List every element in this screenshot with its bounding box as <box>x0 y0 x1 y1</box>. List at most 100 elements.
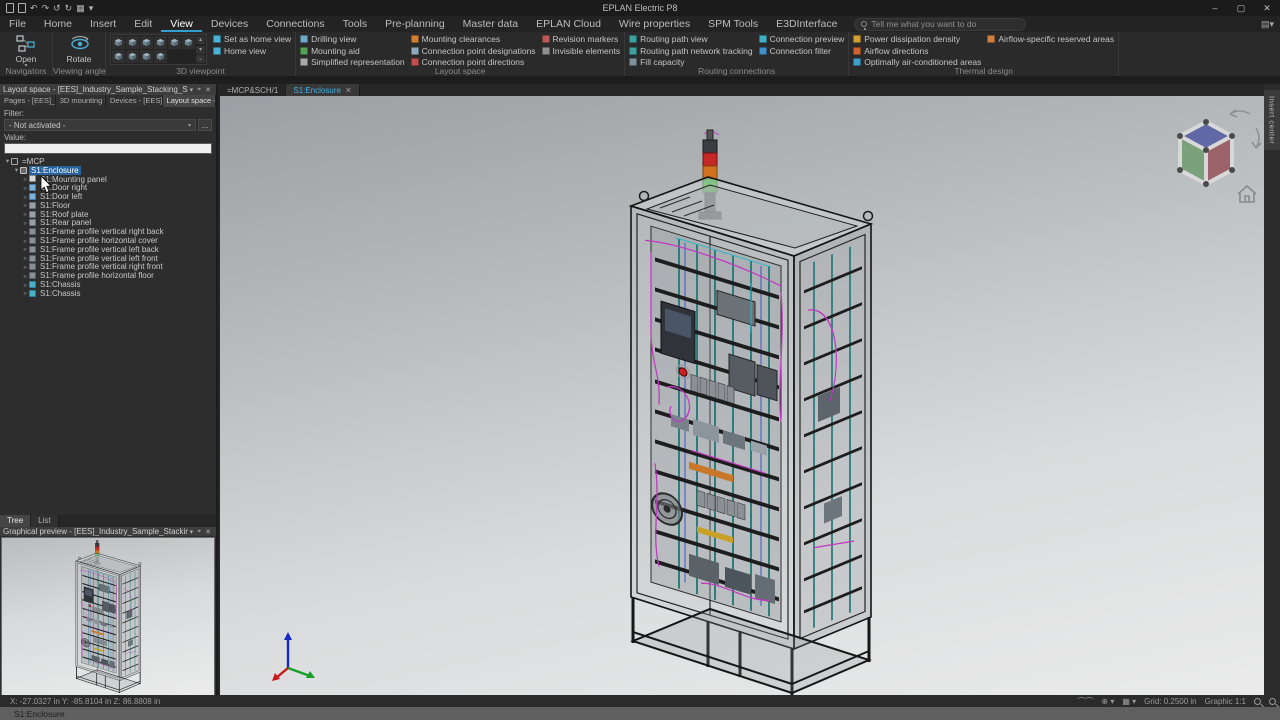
close-button[interactable]: ✕ <box>1254 0 1280 16</box>
viewpoint-preset-2[interactable] <box>126 36 139 49</box>
tree-item-s1-frame-profile-vertical-right-front[interactable]: ▹S1:Frame profile vertical right front <box>0 263 216 272</box>
expand-arrow-icon[interactable]: ▹ <box>22 245 29 253</box>
expand-arrow-icon[interactable]: ▾ <box>13 166 20 174</box>
insert-center-tab[interactable]: Insert center <box>1264 90 1280 150</box>
ribbon-item-airflow-specific-reserved-areas[interactable]: Airflow-specific reserved areas <box>987 34 1114 45</box>
routing-jump-icon[interactable]: ⌒⌒ <box>1077 696 1093 707</box>
expand-arrow-icon[interactable]: ▹ <box>22 254 29 262</box>
ribbon-item-drilling-view[interactable]: Drilling view <box>300 34 405 45</box>
viewpoint-preset-5[interactable] <box>168 36 181 49</box>
search-input[interactable] <box>871 19 1019 29</box>
customize-toolbar-icon[interactable]: ▦ <box>76 1 85 15</box>
navigator-tab-devices-ees-in-[interactable]: Devices - [EES]_In... <box>106 95 163 107</box>
expand-arrow-icon[interactable]: ▹ <box>22 272 29 280</box>
menu-tab-tools[interactable]: Tools <box>334 16 377 32</box>
navigator-dropdown-icon[interactable]: ▾ <box>188 86 196 94</box>
preview-dropdown-icon[interactable]: ▾ <box>188 528 196 536</box>
menu-tab-edit[interactable]: Edit <box>125 16 161 32</box>
viewpoint-preset-8[interactable] <box>126 50 139 63</box>
tree-item-s1-frame-profile-vertical-left-front[interactable]: ▹S1:Frame profile vertical left front <box>0 254 216 263</box>
tree-item-s1-door-left[interactable]: ▹S1:Door left <box>0 192 216 201</box>
viewpoint-preset-9[interactable] <box>140 50 153 63</box>
ribbon-item-power-dissipation-density[interactable]: Power dissipation density <box>853 34 981 45</box>
preview-header[interactable]: Graphical preview - [EES]_Industry_Sampl… <box>0 527 216 536</box>
filter-more-button[interactable]: ... <box>198 119 212 131</box>
navigator-tab-pages-ees-ind-[interactable]: Pages - [EES]_Ind... <box>0 95 56 107</box>
tree-item-s1-frame-profile-vertical-left-back[interactable]: ▹S1:Frame profile vertical left back <box>0 245 216 254</box>
grid-setting[interactable]: Grid: 0.2500 in <box>1144 697 1196 706</box>
expand-arrow-icon[interactable]: ▹ <box>22 193 29 201</box>
ribbon-item-invisible-elements[interactable]: Invisible elements <box>542 46 621 57</box>
view-switch-tab-tree[interactable]: Tree <box>0 515 31 527</box>
menu-tab-spm-tools[interactable]: SPM Tools <box>699 16 767 32</box>
ribbon-item-connection-point-designations[interactable]: Connection point designations <box>411 46 536 57</box>
search-box[interactable] <box>854 18 1026 31</box>
undo-icon[interactable]: ↶ <box>30 1 38 15</box>
ribbon-item-routing-path-view[interactable]: Routing path view <box>629 34 752 45</box>
document-tab--mcp-sch-1[interactable]: =MCP&SCH/1 <box>220 84 286 96</box>
expand-arrow-icon[interactable]: ▹ <box>22 175 29 183</box>
viewpoint-preset-6[interactable] <box>182 36 195 49</box>
preview-pin-icon[interactable]: ⌖ <box>195 528 203 536</box>
forward-icon[interactable]: ↻ <box>65 1 73 15</box>
viewpoint-preset-7[interactable] <box>112 50 125 63</box>
filter-dropdown[interactable]: - Not activated - ▾ <box>4 119 196 131</box>
minimize-button[interactable]: – <box>1202 0 1228 16</box>
expand-arrow-icon[interactable]: ▹ <box>22 210 29 218</box>
menu-tab-file[interactable]: File <box>0 16 35 32</box>
tree-item-s1-floor[interactable]: ▹S1:Floor <box>0 201 216 210</box>
zoom-out-icon[interactable] <box>1269 698 1276 705</box>
ribbon-item-connection-preview[interactable]: Connection preview <box>759 34 845 45</box>
menu-tab-wire-properties[interactable]: Wire properties <box>610 16 699 32</box>
ribbon-item-connection-filter[interactable]: Connection filter <box>759 46 845 57</box>
zoom-in-icon[interactable] <box>1254 698 1261 705</box>
viewpoint-preset-3[interactable] <box>140 36 153 49</box>
menu-tab-master-data[interactable]: Master data <box>454 16 527 32</box>
menu-tab-home[interactable]: Home <box>35 16 81 32</box>
palette-more-icon[interactable]: ⌄ <box>196 55 205 63</box>
grid-toggle-icon[interactable]: ▦ ▾ <box>1122 697 1136 706</box>
graphic-scale[interactable]: Graphic 1:1 <box>1205 697 1246 706</box>
tree-item-s1-frame-profile-horizontal-floor[interactable]: ▹S1:Frame profile horizontal floor <box>0 271 216 280</box>
new-page-icon[interactable] <box>6 3 14 13</box>
expand-arrow-icon[interactable]: ▹ <box>22 289 29 297</box>
ribbon-item-airflow-directions[interactable]: Airflow directions <box>853 46 981 57</box>
viewpoint-preset-4[interactable] <box>154 36 167 49</box>
tree-item-s1-frame-profile-horizontal-cover[interactable]: ▹S1:Frame profile horizontal cover <box>0 236 216 245</box>
preview-close-icon[interactable]: ✕ <box>203 528 213 536</box>
navigator-pin-icon[interactable]: ⌖ <box>195 86 203 94</box>
navigator-tab-layout-space-e-[interactable]: Layout space - [E... <box>163 95 216 107</box>
tree-item-s1-chassis[interactable]: ▹S1:Chassis <box>0 280 216 289</box>
palette-down-icon[interactable]: ▾ <box>196 46 205 54</box>
menu-tab-devices[interactable]: Devices <box>202 16 257 32</box>
redo-icon[interactable]: ↷ <box>42 1 50 15</box>
expand-arrow-icon[interactable]: ▹ <box>22 228 29 236</box>
expand-arrow-icon[interactable]: ▹ <box>22 201 29 209</box>
expand-arrow-icon[interactable]: ▹ <box>22 184 29 192</box>
expand-arrow-icon[interactable]: ▹ <box>22 281 29 289</box>
menu-tab-eplan-cloud[interactable]: EPLAN Cloud <box>527 16 610 32</box>
ribbon-display-options-icon[interactable]: ▤▾ <box>1261 19 1274 30</box>
viewpoint-preset-10[interactable] <box>154 50 167 63</box>
expand-arrow-icon[interactable]: ▹ <box>22 263 29 271</box>
view-switch-tab-list[interactable]: List <box>31 515 58 527</box>
tree-item--mcp[interactable]: ▾=MCP <box>0 157 216 166</box>
menu-tab-pre-planning[interactable]: Pre-planning <box>376 16 454 32</box>
expand-arrow-icon[interactable]: ▹ <box>22 237 29 245</box>
menu-tab-insert[interactable]: Insert <box>81 16 125 32</box>
enclosure-3d-model[interactable] <box>220 96 1264 695</box>
ribbon-item-mounting-clearances[interactable]: Mounting clearances <box>411 34 536 45</box>
palette-up-icon[interactable]: ▴ <box>196 36 205 44</box>
tree-item-s1-mounting-panel[interactable]: ▹S1:Mounting panel <box>0 175 216 184</box>
tab-close-icon[interactable]: ✕ <box>345 86 352 95</box>
value-input[interactable] <box>4 143 212 154</box>
ribbon-item-set-as-home-view[interactable]: Set as home view <box>213 34 291 45</box>
ribbon-item-mounting-aid[interactable]: Mounting aid <box>300 46 405 57</box>
ribbon-item-home-view[interactable]: Home view <box>213 46 291 57</box>
tree-item-s1-enclosure[interactable]: ▾S1:Enclosure <box>0 166 216 175</box>
menu-tab-view[interactable]: View <box>161 16 202 32</box>
expand-arrow-icon[interactable]: ▾ <box>4 157 11 165</box>
3d-viewport[interactable] <box>220 96 1264 695</box>
navigator-close-icon[interactable]: ✕ <box>203 86 213 94</box>
menu-tab-connections[interactable]: Connections <box>257 16 333 32</box>
